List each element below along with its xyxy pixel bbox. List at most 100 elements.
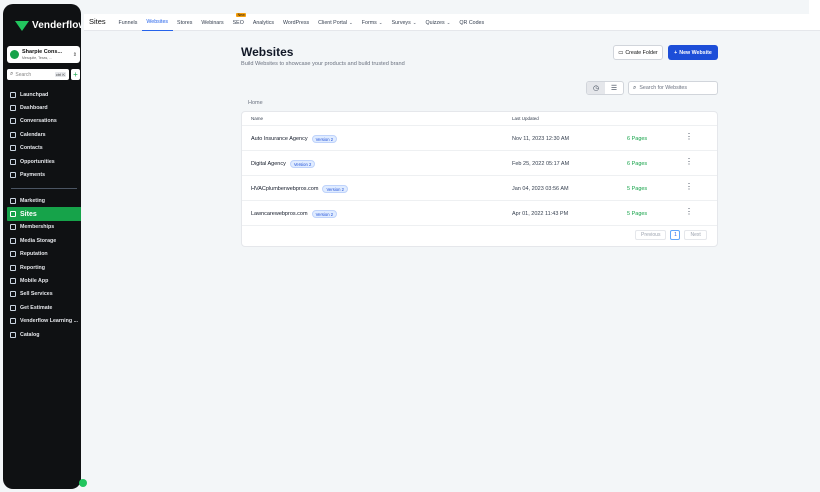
- website-name: Auto Insurance Agency: [251, 136, 308, 142]
- sidebar-item-contacts[interactable]: Contacts: [7, 142, 81, 155]
- more-options-icon[interactable]: ⋮: [685, 208, 693, 216]
- website-search-input[interactable]: ⌕ Search for Websites: [628, 81, 718, 95]
- sidebar-item-sites[interactable]: Sites: [7, 207, 81, 221]
- table-row[interactable]: Auto Insurance Agency Version 2 Nov 11, 2…: [242, 126, 717, 151]
- search-placeholder: Search for Websites: [639, 85, 687, 91]
- sidebar-divider: [11, 188, 77, 189]
- sidebar-item-label: Media Storage: [20, 237, 57, 244]
- current-page-button[interactable]: 1: [670, 230, 681, 240]
- tab-qr-codes[interactable]: QR Codes: [455, 14, 489, 31]
- table-row[interactable]: Lawncarewebpros.com Version 2 Apr 01, 202…: [242, 201, 717, 226]
- sidebar-item-memberships[interactable]: Memberships: [7, 221, 81, 234]
- sidebar-item-dashboard[interactable]: Dashboard: [7, 101, 81, 114]
- sidebar-item-label: Venderflow Learning ...: [20, 318, 78, 325]
- tab-funnels[interactable]: Funnels: [114, 14, 142, 31]
- tab-label: Quizzes: [425, 19, 445, 26]
- mobile-icon: [10, 278, 16, 285]
- top-nav: Sites Funnels Websites Stores Webinars S…: [84, 13, 820, 31]
- chevron-down-icon: ⌄: [349, 19, 353, 25]
- brand-name: Venderflow: [32, 20, 81, 31]
- help-widget-button[interactable]: [79, 479, 87, 487]
- marketing-icon: [10, 197, 16, 204]
- page-count: 6 Pages: [627, 161, 648, 167]
- sidebar-item-mobile-app[interactable]: Mobile App: [7, 274, 81, 287]
- breadcrumb[interactable]: Home: [248, 100, 263, 106]
- chevron-down-icon: ⌄: [412, 19, 417, 25]
- sidebar-search-placeholder: Search: [15, 71, 32, 78]
- brand-logo[interactable]: Venderflow: [15, 20, 81, 31]
- plus-icon: +: [674, 49, 678, 56]
- sidebar-item-label: Opportunities: [20, 158, 55, 165]
- sidebar-item-reporting[interactable]: Reporting: [7, 261, 81, 274]
- next-page-button[interactable]: Next: [684, 230, 707, 240]
- tab-seo[interactable]: SEO New: [228, 13, 248, 31]
- folder-icon: ▭: [618, 49, 624, 56]
- more-options-icon[interactable]: ⋮: [685, 133, 693, 141]
- sidebar-search-input[interactable]: ⌕ Search ctrl K: [7, 69, 69, 80]
- website-name-cell: HVACplumberwebpros.com Version 2: [251, 185, 348, 193]
- version-badge: Version 2: [311, 135, 338, 143]
- sidebar-item-label: Dashboard: [20, 105, 48, 112]
- sidebar-item-get-estimate[interactable]: Get Estimate: [7, 301, 81, 314]
- more-options-icon[interactable]: ⋮: [685, 183, 693, 191]
- sidebar-nav-primary: Launchpad Dashboard Conversations Calend…: [7, 88, 81, 182]
- last-updated: Feb 25, 2022 05:17 AM: [512, 161, 570, 167]
- learning-icon: [10, 318, 16, 325]
- rocket-icon: [10, 91, 16, 98]
- pagination: Previous 1 Next: [635, 230, 707, 240]
- create-folder-button[interactable]: ▭ Create Folder: [613, 45, 663, 60]
- tab-forms[interactable]: Forms ⌄: [357, 14, 387, 31]
- sell-icon: [10, 291, 16, 298]
- new-website-button[interactable]: + New Website: [668, 45, 718, 60]
- sidebar-item-label: Contacts: [20, 145, 43, 152]
- sidebar-item-reputation[interactable]: Reputation: [7, 248, 81, 261]
- account-switcher[interactable]: Sharpie Cons... Mesquite, Texas, ... ⇕: [7, 46, 80, 63]
- quick-add-button[interactable]: +: [71, 69, 80, 80]
- tab-websites[interactable]: Websites: [141, 14, 173, 31]
- tab-stores[interactable]: Stores: [173, 14, 197, 31]
- sidebar-item-sell-services[interactable]: Sell Services: [7, 288, 81, 301]
- media-icon: [10, 237, 16, 244]
- table-row[interactable]: Digital Agency Version 2 Feb 25, 2022 05:…: [242, 151, 717, 176]
- last-updated: Nov 11, 2023 12:30 AM: [512, 136, 570, 142]
- tab-webinars[interactable]: Webinars: [197, 14, 228, 31]
- sidebar-item-calendars[interactable]: Calendars: [7, 128, 81, 141]
- opportunities-icon: [10, 158, 16, 165]
- website-name-cell: Auto Insurance Agency Version 2: [251, 135, 338, 143]
- list-view-icon[interactable]: ☰: [605, 82, 623, 94]
- payments-icon: [10, 172, 16, 179]
- tab-client-portal[interactable]: Client Portal ⌄: [314, 14, 358, 31]
- sidebar-item-conversations[interactable]: Conversations: [7, 115, 81, 128]
- column-header-last-updated: Last Updated: [512, 116, 539, 121]
- chevron-updown-icon: ⇕: [72, 51, 77, 58]
- tab-quizzes[interactable]: Quizzes ⌄: [421, 14, 455, 31]
- app-frame: Venderflow Sharpie Cons... Mesquite, Tex…: [0, 0, 820, 492]
- tab-wordpress[interactable]: WordPress: [279, 14, 314, 31]
- new-website-label: New Website: [679, 49, 712, 56]
- memberships-icon: [10, 224, 16, 231]
- view-toggle: ◷ ☰: [586, 81, 624, 95]
- last-updated: Apr 01, 2022 11:43 PM: [512, 211, 569, 217]
- sidebar-item-marketing[interactable]: Marketing: [7, 194, 81, 207]
- sidebar-item-label: Catalog: [20, 331, 40, 338]
- tab-analytics[interactable]: Analytics: [248, 14, 278, 31]
- table-row[interactable]: HVACplumberwebpros.com Version 2 Jan 04, …: [242, 176, 717, 201]
- tab-label: WordPress: [283, 19, 310, 26]
- sidebar-item-launchpad[interactable]: Launchpad: [7, 88, 81, 101]
- sidebar-item-opportunities[interactable]: Opportunities: [7, 155, 81, 168]
- tab-label: Surveys: [391, 19, 411, 26]
- sidebar-item-payments[interactable]: Payments: [7, 168, 81, 181]
- website-name: Lawncarewebpros.com: [251, 211, 308, 217]
- sidebar-item-catalog[interactable]: Catalog: [7, 328, 81, 341]
- create-folder-label: Create Folder: [625, 49, 658, 56]
- tab-surveys[interactable]: Surveys ⌄: [387, 14, 421, 31]
- more-options-icon[interactable]: ⋮: [685, 158, 693, 166]
- page-count: 6 Pages: [627, 136, 648, 142]
- logo-icon: [15, 20, 29, 31]
- sidebar-item-label: Get Estimate: [20, 304, 53, 311]
- previous-page-button[interactable]: Previous: [635, 230, 667, 240]
- clock-icon[interactable]: ◷: [587, 82, 605, 94]
- account-avatar: [10, 50, 19, 59]
- sidebar-item-media-storage[interactable]: Media Storage: [7, 234, 81, 247]
- sidebar-item-learning[interactable]: Venderflow Learning ...: [7, 315, 81, 328]
